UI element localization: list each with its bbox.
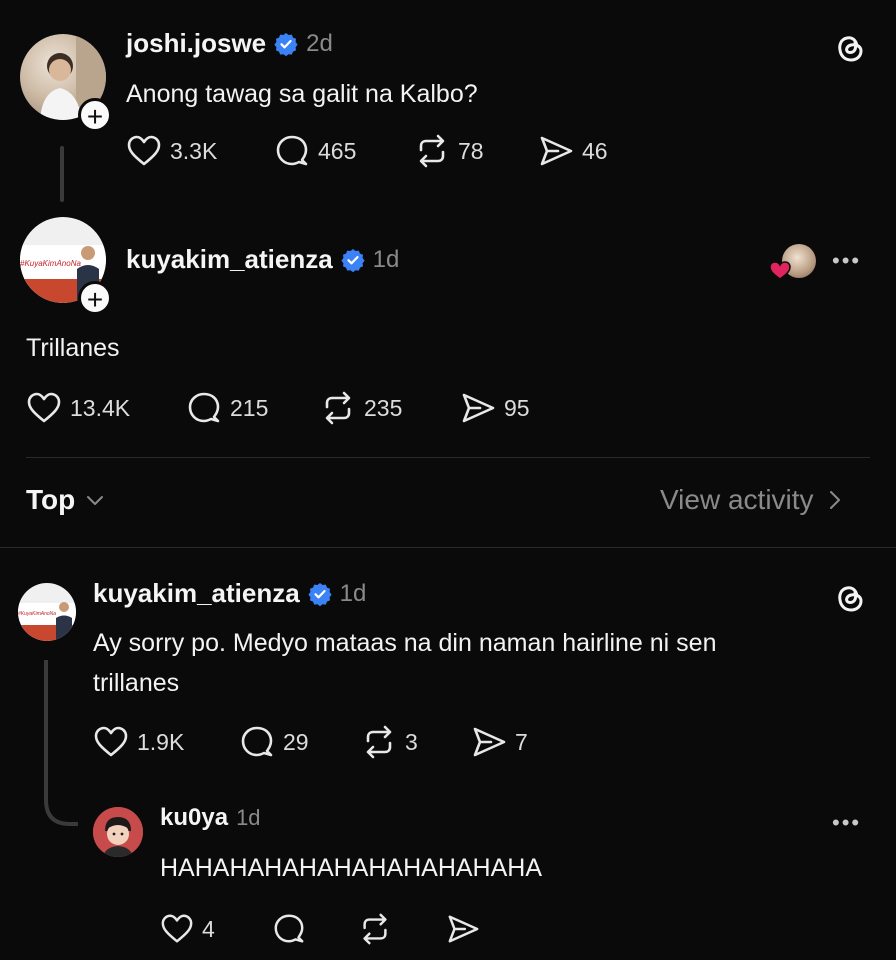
sort-label: Top bbox=[26, 484, 76, 515]
view-activity-link[interactable]: View activity bbox=[660, 484, 842, 516]
repost-count: 3 bbox=[405, 728, 418, 755]
comment-icon bbox=[274, 914, 304, 943]
comment-count: 465 bbox=[318, 137, 357, 164]
post-text: Anong tawag sa galit na Kalbo? bbox=[126, 80, 478, 108]
comment-icon bbox=[276, 135, 308, 166]
repost-button[interactable]: 78 bbox=[414, 133, 484, 169]
chevron-down-icon bbox=[87, 496, 104, 505]
reply-time: 1d bbox=[339, 579, 367, 607]
threads-logo-icon[interactable] bbox=[832, 30, 868, 66]
reply-text: HAHAHAHAHAHAHAHAHAHAHA bbox=[160, 854, 543, 882]
follow-plus-button[interactable]: + bbox=[78, 281, 112, 315]
post-time: 2d bbox=[306, 29, 333, 57]
view-activity-label: View activity bbox=[660, 484, 814, 515]
more-options-icon[interactable]: ••• bbox=[832, 248, 861, 274]
repost-count: 235 bbox=[364, 394, 403, 421]
post-username[interactable]: joshi.joswe bbox=[126, 28, 266, 59]
comment-icon bbox=[188, 392, 220, 423]
verified-badge-icon bbox=[308, 582, 332, 606]
reply-text-line: trillanes bbox=[93, 669, 180, 697]
share-button[interactable]: 7 bbox=[471, 724, 528, 760]
ku0ya-avatar[interactable] bbox=[93, 807, 143, 857]
post-text: Trillanes bbox=[26, 334, 120, 362]
person-photo-icon bbox=[56, 602, 72, 641]
post-time: 1d bbox=[372, 245, 400, 273]
share-button[interactable]: 95 bbox=[460, 390, 530, 426]
reply-username[interactable]: kuyakim_atienza bbox=[93, 578, 300, 609]
repost-count: 78 bbox=[458, 137, 484, 164]
follow-plus-button[interactable]: + bbox=[78, 98, 112, 132]
share-count: 95 bbox=[504, 394, 530, 421]
reply-text: Ay sorry po. Medyo mataas na din naman h… bbox=[93, 623, 853, 703]
share-button[interactable]: 46 bbox=[538, 133, 608, 169]
share-count: 46 bbox=[582, 137, 608, 164]
like-button[interactable]: 3.3K bbox=[126, 133, 217, 169]
thread-connector bbox=[44, 660, 78, 826]
like-button[interactable]: 4 bbox=[160, 912, 215, 946]
repost-button[interactable]: 3 bbox=[361, 724, 418, 760]
share-count: 7 bbox=[515, 728, 528, 755]
like-button[interactable]: 1.9K bbox=[93, 724, 184, 760]
like-count: 1.9K bbox=[137, 728, 185, 755]
reply-text-line: Ay sorry po. Medyo mataas na din naman h… bbox=[93, 629, 717, 657]
divider bbox=[26, 457, 870, 458]
threads-logo-icon[interactable] bbox=[832, 580, 868, 616]
more-options-icon[interactable]: ••• bbox=[832, 810, 861, 836]
repost-icon bbox=[325, 391, 351, 425]
reply-kuyakim-avatar[interactable]: #KuyaKimAnoNa bbox=[18, 583, 76, 641]
like-button[interactable]: 13.4K bbox=[26, 390, 130, 426]
comment-icon bbox=[241, 726, 273, 757]
heart-icon bbox=[27, 392, 61, 423]
comment-button[interactable]: 215 bbox=[186, 390, 268, 426]
post-username[interactable]: kuyakim_atienza bbox=[126, 244, 333, 275]
send-icon bbox=[462, 393, 495, 423]
heart-icon bbox=[161, 914, 193, 943]
repost-button[interactable] bbox=[358, 912, 392, 946]
like-count: 13.4K bbox=[70, 394, 131, 421]
like-count: 3.3K bbox=[170, 137, 218, 164]
comment-button[interactable]: 29 bbox=[239, 724, 309, 760]
send-icon bbox=[473, 727, 506, 757]
cartoon-face-icon bbox=[93, 807, 143, 857]
heart-icon bbox=[127, 135, 161, 166]
thread-line bbox=[60, 146, 64, 202]
like-count: 4 bbox=[202, 915, 215, 942]
send-icon bbox=[540, 136, 573, 166]
chevron-right-icon bbox=[829, 491, 840, 509]
comment-count: 29 bbox=[283, 728, 309, 755]
verified-badge-icon bbox=[341, 248, 365, 272]
reply-username[interactable]: ku0ya bbox=[160, 804, 228, 832]
repost-icon bbox=[363, 913, 387, 945]
repost-button[interactable]: 235 bbox=[320, 390, 402, 426]
repost-icon bbox=[366, 725, 392, 759]
comment-button[interactable]: 465 bbox=[274, 133, 356, 169]
heart-icon bbox=[94, 726, 128, 757]
comment-count: 215 bbox=[230, 394, 269, 421]
heart-filled-icon bbox=[769, 261, 791, 280]
comment-button[interactable] bbox=[272, 912, 306, 946]
divider bbox=[0, 547, 896, 548]
sort-dropdown[interactable]: Top bbox=[26, 484, 105, 516]
send-icon bbox=[448, 915, 479, 943]
liked-by-author-avatar[interactable] bbox=[768, 244, 818, 280]
reply-time: 1d bbox=[236, 805, 261, 830]
share-button[interactable] bbox=[446, 912, 480, 946]
verified-badge-icon bbox=[274, 32, 298, 56]
repost-icon bbox=[419, 134, 445, 168]
